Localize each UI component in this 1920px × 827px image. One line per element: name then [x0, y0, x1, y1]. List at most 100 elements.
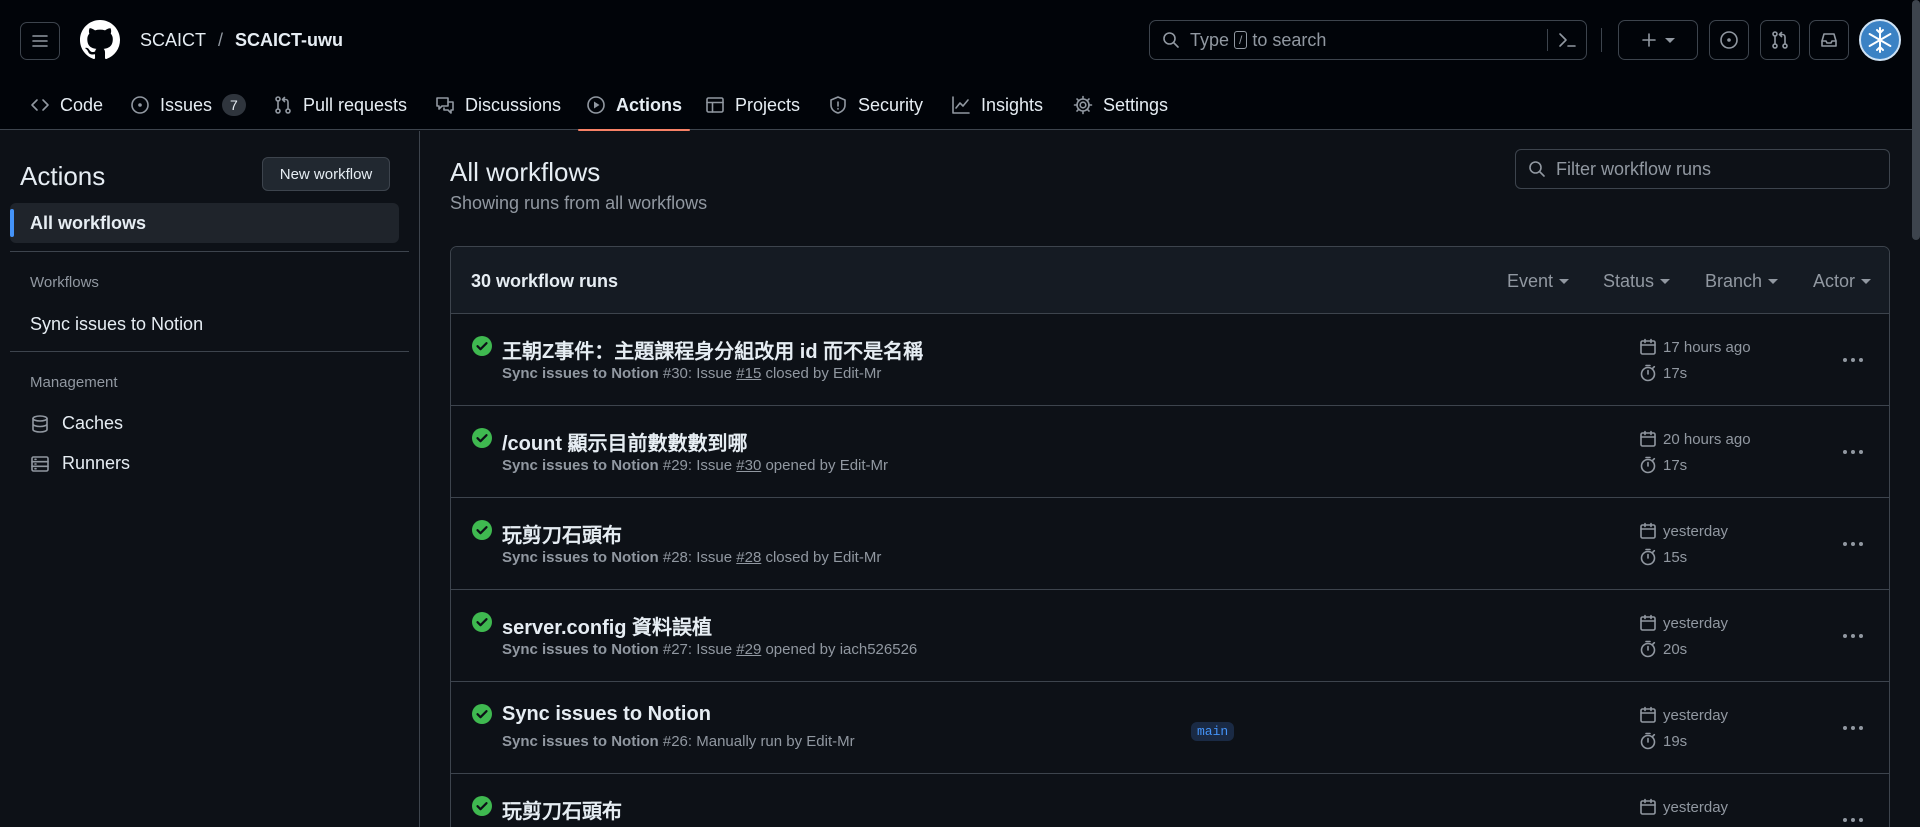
issue-opened-icon [1720, 31, 1738, 49]
chevron-down-icon [1861, 279, 1872, 284]
run-title[interactable]: server.config 資料誤植 [502, 611, 712, 640]
check-circle-fill-icon [472, 520, 492, 540]
filter-input[interactable] [1556, 158, 1876, 180]
tab-code[interactable]: Code [30, 80, 103, 130]
owner-link[interactable]: SCAICT [140, 30, 206, 51]
run-meta: Sync issues to Notion #30: Issue #15 clo… [502, 365, 881, 382]
page-subtitle: Showing runs from all workflows [450, 193, 708, 213]
menu-button[interactable] [20, 22, 60, 60]
tab-discussions[interactable]: Discussions [435, 80, 561, 130]
check-circle-fill-icon [472, 336, 492, 356]
runs-list-header: 30 workflow runs Event Status Branch Act… [451, 247, 1889, 314]
run-workflow-name: Sync issues to Notion [502, 457, 659, 474]
run-actor: closed by Edit-Mr [761, 365, 882, 382]
inbox-button[interactable] [1809, 20, 1849, 60]
workflows-heading: Workflows [30, 274, 99, 291]
status-filter-label: Status [1603, 271, 1655, 291]
git-pull-request-icon [275, 96, 291, 114]
sidebar-item-runners[interactable]: Runners [30, 453, 130, 474]
run-title[interactable]: 玩剪刀石頭布 [502, 519, 622, 548]
tab-pull-requests[interactable]: Pull requests [273, 80, 407, 130]
workflow-run-row[interactable]: /count 顯示目前數數數到哪 Sync issues to Notion #… [451, 406, 1889, 498]
kebab-horizontal-icon[interactable] [1841, 348, 1865, 372]
run-workflow-name: Sync issues to Notion [502, 549, 659, 566]
issue-link[interactable]: #15 [736, 365, 761, 382]
pull-requests-button[interactable] [1760, 20, 1800, 60]
management-heading: Management [30, 374, 118, 391]
calendar-icon [1640, 430, 1656, 447]
tab-insights[interactable]: Insights [951, 80, 1043, 130]
run-number: #30 [662, 365, 688, 382]
run-duration: 20s [1639, 640, 1687, 658]
workflow-run-row[interactable]: 王朝Z事件：主題課程身分組改用 id 而不是名稱 Sync issues to … [451, 314, 1889, 406]
workflow-run-row[interactable]: 玩剪刀石頭布 Sync issues to Notion #28: Issue … [451, 498, 1889, 590]
search-icon [1163, 32, 1179, 48]
tab-issues[interactable]: Issues 7 [130, 80, 246, 130]
play-icon [587, 96, 605, 114]
search-placeholder: Type / to search [1190, 30, 1326, 51]
actor-filter-button[interactable]: Actor [1813, 271, 1872, 292]
page-scrollbar[interactable] [1912, 0, 1920, 240]
issue-link[interactable]: #28 [736, 549, 761, 566]
issue-opened-icon [131, 96, 149, 114]
stopwatch-icon [1640, 364, 1656, 382]
run-title[interactable]: 玩剪刀石頭布 [502, 795, 622, 824]
tab-security[interactable]: Security [828, 80, 923, 130]
sidebar-item-all-workflows[interactable]: All workflows [10, 203, 399, 243]
status-filter-button[interactable]: Status [1603, 271, 1671, 292]
tab-projects[interactable]: Projects [705, 80, 800, 130]
branch-filter-button[interactable]: Branch [1705, 271, 1779, 292]
sidebar-item-caches[interactable]: Caches [30, 413, 123, 434]
run-workflow-name: Sync issues to Notion [502, 641, 659, 658]
new-workflow-button[interactable]: New workflow [262, 157, 390, 191]
run-number: #27 [662, 641, 688, 658]
tab-settings[interactable]: Settings [1073, 80, 1168, 130]
github-logo-icon[interactable] [80, 20, 120, 60]
run-actor: opened by iach526526 [761, 641, 918, 658]
kebab-horizontal-icon[interactable] [1841, 532, 1865, 556]
run-time: yesterday [1639, 706, 1728, 724]
run-event: : Issue [687, 457, 737, 474]
kebab-horizontal-icon[interactable] [1841, 440, 1865, 464]
workflow-run-row[interactable]: server.config 資料誤植 Sync issues to Notion… [451, 590, 1889, 682]
search-placeholder-start: Type [1190, 29, 1230, 50]
issues-counter: 7 [222, 94, 246, 116]
git-pull-request-icon [1772, 31, 1788, 49]
filter-workflow-runs[interactable] [1515, 149, 1890, 189]
run-time: 17 hours ago [1639, 338, 1751, 356]
issue-link[interactable]: #29 [736, 641, 761, 658]
actions-sidebar: Actions New workflow All workflows Workf… [0, 131, 420, 827]
create-new-button[interactable] [1618, 20, 1698, 60]
global-search[interactable]: Type / to search [1149, 20, 1587, 60]
run-duration-label: 17s [1663, 456, 1688, 474]
branch-label[interactable]: main [1191, 722, 1235, 741]
sidebar-item-sync-issues[interactable]: Sync issues to Notion [30, 314, 203, 335]
user-avatar[interactable] [1859, 19, 1901, 61]
server-icon [31, 455, 49, 472]
repo-link[interactable]: SCAICT-uwu [235, 30, 343, 51]
command-palette-icon[interactable] [1557, 31, 1577, 49]
event-filter-button[interactable]: Event [1507, 271, 1570, 292]
issue-link[interactable]: #30 [736, 457, 761, 474]
run-title[interactable]: Sync issues to Notion [502, 703, 711, 726]
plus-icon [1642, 33, 1656, 47]
kebab-horizontal-icon[interactable] [1841, 808, 1865, 827]
tab-actions[interactable]: Actions [577, 80, 691, 131]
issues-button[interactable] [1709, 20, 1749, 60]
workflow-run-row[interactable]: Sync issues to Notion Sync issues to Not… [451, 682, 1889, 774]
check-circle-fill-icon [472, 612, 492, 632]
stopwatch-icon [1640, 732, 1656, 750]
kebab-horizontal-icon[interactable] [1841, 716, 1865, 740]
shield-icon [830, 96, 846, 114]
avatar-snowflake-icon [1868, 27, 1892, 53]
kebab-horizontal-icon[interactable] [1841, 624, 1865, 648]
tab-security-label: Security [858, 94, 924, 115]
run-meta: Sync issues to Notion #27: Issue #29 ope… [502, 641, 917, 658]
repo-tabs: Code Issues 7 Pull requests Discussions [0, 80, 1920, 131]
run-time: yesterday [1639, 522, 1728, 540]
run-title[interactable]: /count 顯示目前數數數到哪 [502, 427, 748, 456]
run-time: 20 hours ago [1639, 430, 1751, 448]
workflow-run-row[interactable]: 玩剪刀石頭布 yesterday [451, 774, 1889, 827]
run-duration-label: 17s [1663, 364, 1688, 382]
run-title[interactable]: 王朝Z事件：主題課程身分組改用 id 而不是名稱 [502, 335, 923, 364]
